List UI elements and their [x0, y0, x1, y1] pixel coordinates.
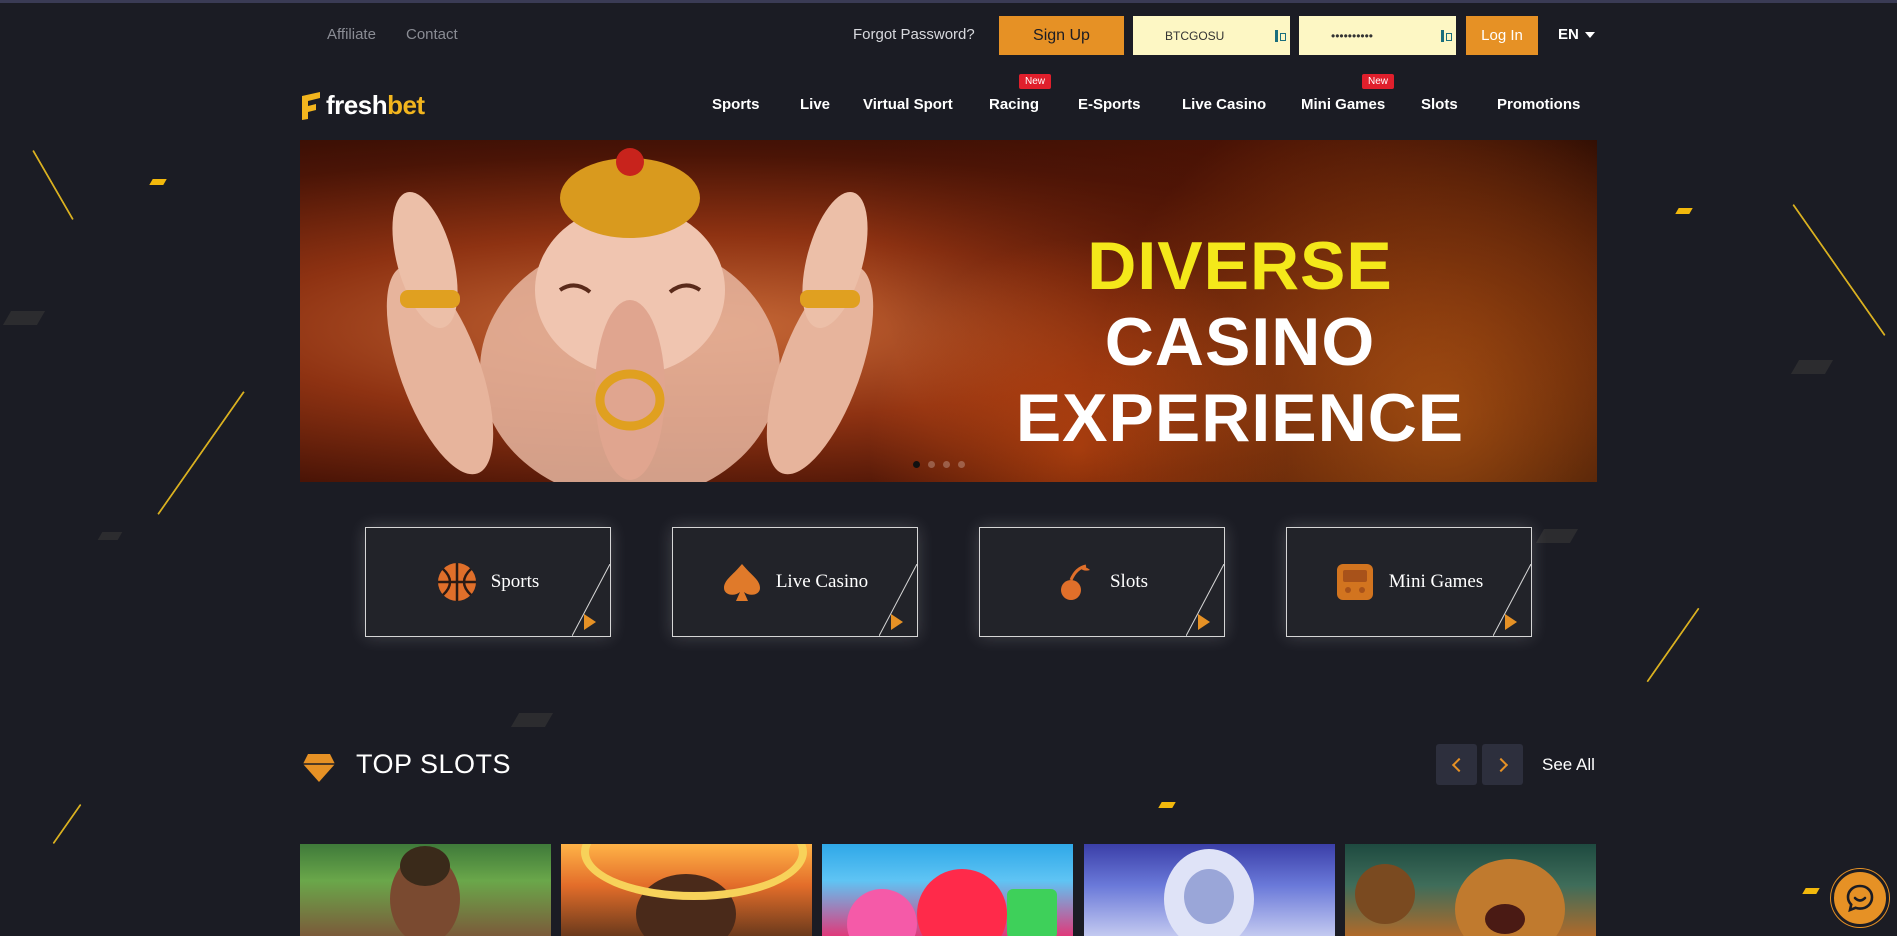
carousel-dot[interactable] — [928, 461, 935, 468]
logo-mark-icon — [302, 91, 320, 120]
carousel-dots[interactable] — [913, 461, 965, 468]
password-field[interactable] — [1299, 16, 1456, 55]
arrow-right-icon — [1493, 564, 1531, 636]
freshbet-logo[interactable]: freshbet — [300, 90, 425, 121]
log-in-button[interactable]: Log In — [1466, 16, 1538, 55]
hero-banner[interactable]: DIVERSE CASINO EXPERIENCE — [300, 140, 1597, 482]
autofill-icon[interactable] — [1441, 28, 1452, 44]
decor-dash — [149, 179, 167, 185]
nav-mini-games[interactable]: Mini Games — [1301, 96, 1385, 113]
nav-live[interactable]: Live — [800, 96, 830, 113]
next-button[interactable] — [1482, 744, 1523, 785]
decor-dash — [1802, 888, 1820, 894]
live-chat-button[interactable] — [1831, 869, 1889, 927]
carousel-dot[interactable] — [943, 461, 950, 468]
basketball-icon — [437, 562, 477, 602]
decor-shadow — [1535, 529, 1579, 543]
top-border — [0, 0, 1897, 3]
cherry-icon — [1056, 562, 1096, 602]
sign-up-button[interactable]: Sign Up — [999, 16, 1124, 55]
diamond-icon — [303, 754, 335, 782]
arrow-right-icon — [1186, 564, 1224, 636]
category-label: Live Casino — [775, 571, 869, 592]
decor-dash — [1675, 208, 1693, 214]
decor-shadow — [2, 311, 46, 325]
chevron-right-icon — [1493, 757, 1508, 772]
decor-shadow — [510, 713, 554, 727]
password-input[interactable] — [1311, 28, 1441, 43]
new-badge: New — [1019, 74, 1052, 89]
carousel-dot[interactable] — [958, 461, 965, 468]
logo-text: freshbet — [326, 90, 425, 120]
category-sports[interactable]: Sports — [365, 527, 611, 637]
language-label: EN — [1558, 26, 1579, 43]
category-slots[interactable]: Slots — [979, 527, 1225, 637]
autofill-icon[interactable] — [1275, 28, 1286, 44]
decor-streak — [52, 803, 82, 845]
decor-streak — [32, 149, 74, 221]
arcade-icon — [1335, 562, 1375, 602]
previous-button[interactable] — [1436, 744, 1477, 785]
nav-racing[interactable]: Racing — [989, 96, 1039, 113]
arrow-right-icon — [572, 564, 610, 636]
category-mini-games[interactable]: Mini Games — [1286, 527, 1532, 637]
nav-e-sports[interactable]: E-Sports — [1078, 96, 1141, 113]
decor-streak — [157, 390, 245, 516]
slot-game-card[interactable] — [561, 844, 812, 936]
decor-dash — [1158, 802, 1176, 808]
chat-bubble-icon — [1846, 884, 1874, 912]
category-label: Sports — [490, 571, 540, 592]
username-input[interactable] — [1145, 28, 1275, 43]
top-slots-title: TOP SLOTS — [356, 749, 512, 779]
slot-game-card[interactable] — [1345, 844, 1596, 936]
decor-streak — [1646, 607, 1700, 683]
chevron-left-icon — [1451, 757, 1466, 772]
slot-game-card[interactable] — [822, 844, 1073, 936]
category-label: Mini Games — [1388, 571, 1484, 592]
slot-game-card[interactable] — [300, 844, 551, 936]
affiliate-link[interactable]: Affiliate — [327, 26, 376, 43]
nav-promotions[interactable]: Promotions — [1497, 96, 1580, 113]
new-badge: New — [1362, 74, 1395, 89]
nav-slots[interactable]: Slots — [1421, 96, 1458, 113]
banner-headline: DIVERSE CASINO EXPERIENCE — [1015, 228, 1465, 456]
carousel-dot[interactable] — [913, 461, 920, 468]
nav-virtual-sport[interactable]: Virtual Sport — [863, 96, 953, 113]
chevron-down-icon — [1584, 31, 1595, 38]
forgot-password-link[interactable]: Forgot Password? — [853, 26, 975, 43]
decor-streak — [1792, 203, 1886, 337]
decor-shadow — [1790, 360, 1834, 374]
spade-icon — [722, 562, 762, 602]
arrow-right-icon — [879, 564, 917, 636]
nav-sports[interactable]: Sports — [712, 96, 760, 113]
see-all-link[interactable]: See All — [1542, 755, 1595, 775]
contact-link[interactable]: Contact — [406, 26, 458, 43]
decor-shadow — [97, 532, 123, 540]
slot-game-card[interactable] — [1084, 844, 1335, 936]
nav-live-casino[interactable]: Live Casino — [1182, 96, 1266, 113]
category-live-casino[interactable]: Live Casino — [672, 527, 918, 637]
language-selector[interactable]: EN — [1558, 26, 1595, 43]
category-label: Slots — [1109, 571, 1149, 592]
ganesha-illustration — [386, 148, 874, 482]
username-field[interactable] — [1133, 16, 1290, 55]
